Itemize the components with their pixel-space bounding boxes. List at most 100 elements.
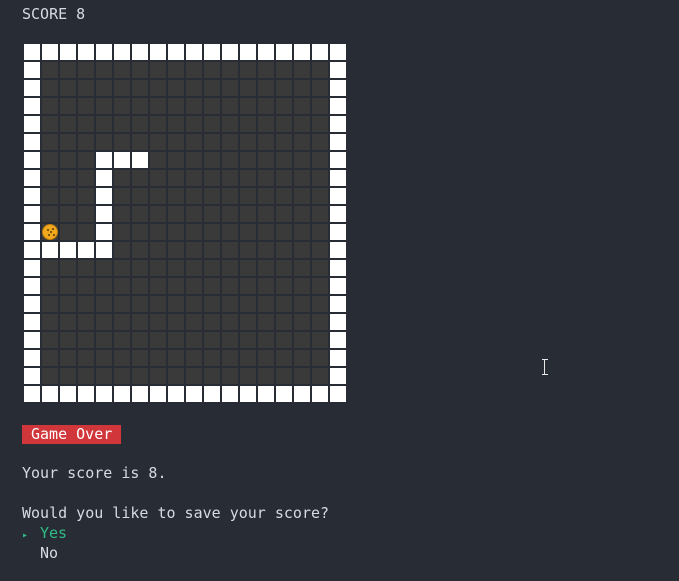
empty-cell bbox=[60, 350, 76, 366]
empty-cell bbox=[96, 80, 112, 96]
empty-cell bbox=[60, 278, 76, 294]
empty-cell bbox=[114, 314, 130, 330]
empty-cell bbox=[114, 278, 130, 294]
wall-cell bbox=[330, 134, 346, 150]
wall-cell bbox=[222, 386, 238, 402]
empty-cell bbox=[96, 260, 112, 276]
empty-cell bbox=[96, 314, 112, 330]
empty-cell bbox=[78, 116, 94, 132]
empty-cell bbox=[222, 98, 238, 114]
empty-cell bbox=[150, 152, 166, 168]
wall-cell bbox=[258, 44, 274, 60]
empty-cell bbox=[132, 80, 148, 96]
text-cursor-icon bbox=[540, 358, 550, 376]
empty-cell bbox=[78, 296, 94, 312]
empty-cell bbox=[240, 80, 256, 96]
empty-cell bbox=[258, 332, 274, 348]
wall-cell bbox=[330, 152, 346, 168]
empty-cell bbox=[168, 206, 184, 222]
empty-cell bbox=[294, 116, 310, 132]
wall-cell bbox=[204, 386, 220, 402]
empty-cell bbox=[258, 206, 274, 222]
empty-cell bbox=[294, 134, 310, 150]
game-over-badge: Game Over bbox=[22, 425, 122, 444]
empty-cell bbox=[294, 278, 310, 294]
empty-cell bbox=[276, 296, 292, 312]
snake-segment bbox=[96, 170, 112, 186]
empty-cell bbox=[42, 260, 58, 276]
empty-cell bbox=[294, 98, 310, 114]
empty-cell bbox=[42, 134, 58, 150]
empty-cell bbox=[60, 62, 76, 78]
empty-cell bbox=[168, 242, 184, 258]
empty-cell bbox=[222, 62, 238, 78]
empty-cell bbox=[60, 206, 76, 222]
empty-cell bbox=[276, 314, 292, 330]
wall-cell bbox=[204, 44, 220, 60]
empty-cell bbox=[168, 98, 184, 114]
wall-cell bbox=[330, 242, 346, 258]
empty-cell bbox=[132, 170, 148, 186]
empty-cell bbox=[204, 350, 220, 366]
wall-cell bbox=[330, 224, 346, 240]
empty-cell bbox=[294, 170, 310, 186]
empty-cell bbox=[132, 116, 148, 132]
empty-cell bbox=[312, 152, 328, 168]
wall-cell bbox=[24, 314, 40, 330]
empty-cell bbox=[150, 296, 166, 312]
empty-cell bbox=[258, 224, 274, 240]
empty-cell bbox=[78, 332, 94, 348]
empty-cell bbox=[276, 188, 292, 204]
empty-cell bbox=[312, 62, 328, 78]
wall-cell bbox=[42, 44, 58, 60]
empty-cell bbox=[150, 368, 166, 384]
empty-cell bbox=[204, 278, 220, 294]
empty-cell bbox=[294, 368, 310, 384]
empty-cell bbox=[114, 332, 130, 348]
empty-cell bbox=[240, 332, 256, 348]
wall-cell bbox=[114, 44, 130, 60]
empty-cell bbox=[132, 278, 148, 294]
empty-cell bbox=[312, 224, 328, 240]
empty-cell bbox=[42, 188, 58, 204]
empty-cell bbox=[78, 188, 94, 204]
empty-cell bbox=[150, 350, 166, 366]
empty-cell bbox=[96, 296, 112, 312]
empty-cell bbox=[258, 80, 274, 96]
wall-cell bbox=[78, 44, 94, 60]
empty-cell bbox=[204, 206, 220, 222]
final-score-text: Your score is 8. bbox=[22, 464, 167, 482]
empty-cell bbox=[204, 368, 220, 384]
wall-cell bbox=[24, 98, 40, 114]
wall-cell bbox=[276, 386, 292, 402]
empty-cell bbox=[168, 296, 184, 312]
snake-segment bbox=[42, 242, 58, 258]
empty-cell bbox=[294, 242, 310, 258]
option-no[interactable]: No bbox=[22, 543, 58, 563]
wall-cell bbox=[240, 44, 256, 60]
empty-cell bbox=[42, 98, 58, 114]
empty-cell bbox=[150, 62, 166, 78]
food-cell bbox=[42, 224, 58, 240]
empty-cell bbox=[42, 206, 58, 222]
wall-cell bbox=[60, 44, 76, 60]
empty-cell bbox=[204, 296, 220, 312]
wall-cell bbox=[330, 188, 346, 204]
wall-cell bbox=[24, 134, 40, 150]
empty-cell bbox=[132, 242, 148, 258]
empty-cell bbox=[186, 350, 202, 366]
empty-cell bbox=[150, 116, 166, 132]
empty-cell bbox=[150, 98, 166, 114]
empty-cell bbox=[312, 242, 328, 258]
empty-cell bbox=[78, 206, 94, 222]
empty-cell bbox=[222, 80, 238, 96]
empty-cell bbox=[78, 314, 94, 330]
empty-cell bbox=[294, 62, 310, 78]
empty-cell bbox=[60, 260, 76, 276]
wall-cell bbox=[294, 44, 310, 60]
wall-cell bbox=[24, 242, 40, 258]
empty-cell bbox=[60, 80, 76, 96]
empty-cell bbox=[186, 332, 202, 348]
empty-cell bbox=[294, 188, 310, 204]
wall-cell bbox=[330, 116, 346, 132]
